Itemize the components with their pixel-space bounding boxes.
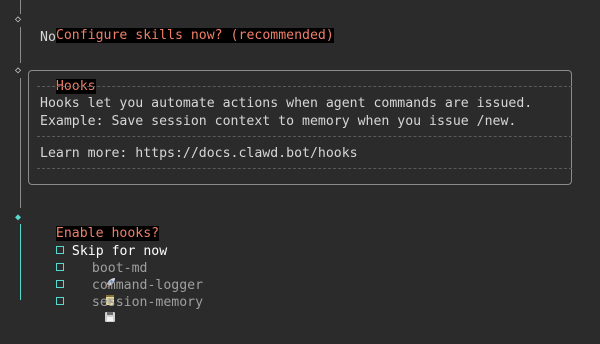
step-diamond-icon: ◇: [15, 14, 22, 25]
gutter-line-lower: [20, 78, 21, 208]
hooks-description-1: Hooks let you automate actions when agen…: [40, 96, 533, 111]
option-label: session-memory: [91, 295, 204, 310]
floppy-disk-icon: [72, 295, 115, 322]
hooks-learn-more: Learn more: https://docs.clawd.bot/hooks: [40, 146, 358, 161]
skills-prompt-title: Configure skills now? (recommended): [55, 28, 334, 43]
skills-prompt: Configure skills now? (recommended): [40, 12, 334, 44]
dash-separator: [37, 168, 572, 169]
gutter-line-options: [20, 224, 21, 300]
dash-separator: [37, 86, 572, 87]
skills-answer: No: [40, 30, 56, 45]
active-step-diamond-icon: ◆: [15, 212, 22, 223]
option-session-memory[interactable]: session-memory: [40, 279, 204, 322]
gutter-line-mid: [20, 27, 21, 63]
checkbox-icon[interactable]: [55, 297, 64, 305]
hooks-diamond-icon: ◇: [15, 65, 22, 76]
dash-separator: [37, 136, 572, 137]
hooks-description-2: Example: Save session context to memory …: [40, 114, 517, 129]
hooks-title-row: Hooks: [40, 63, 96, 95]
